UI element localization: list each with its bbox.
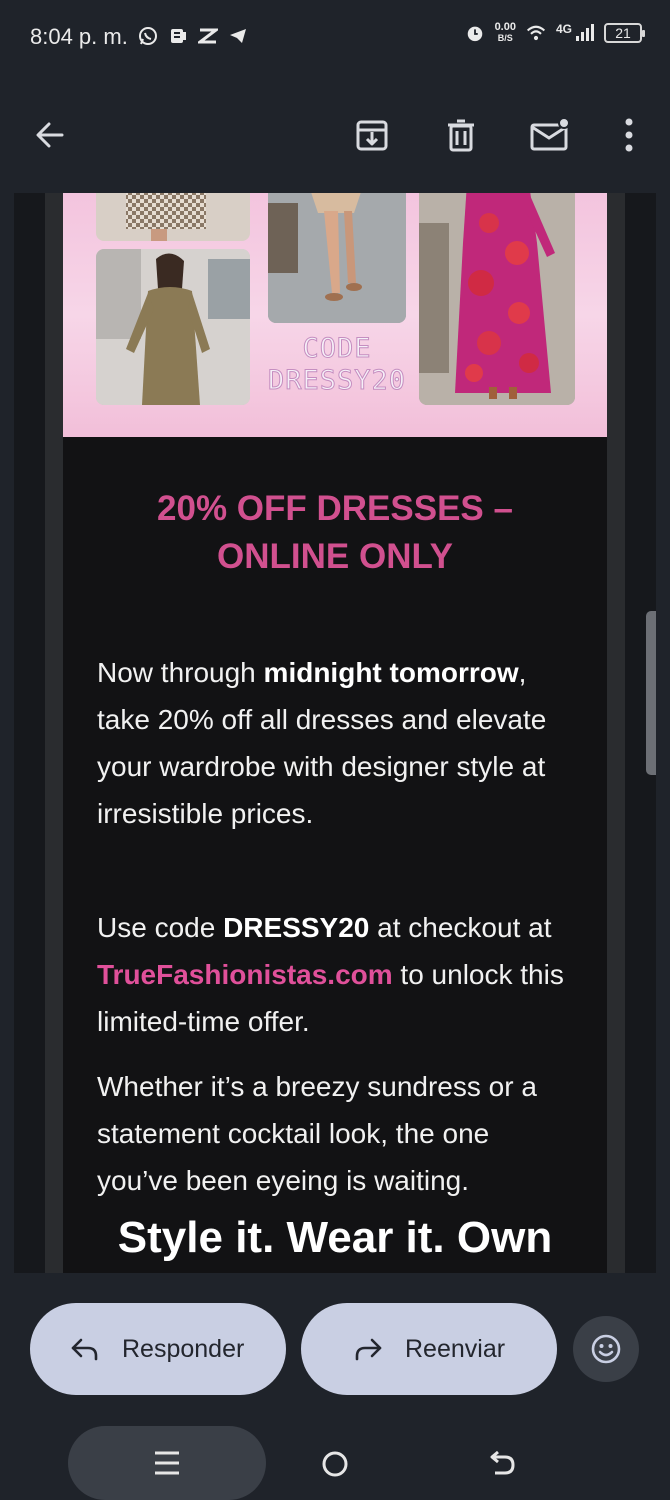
reply-icon	[70, 1336, 100, 1362]
email-content: CODE DRESSY20 20% OFF DRESSES – ONLINE O…	[63, 193, 607, 1273]
menu-icon	[155, 1451, 179, 1475]
paragraph-offer: Now through midnight tomorrow, take 20% …	[97, 649, 577, 837]
headline-line-2: ONLINE ONLY	[217, 537, 453, 576]
smiley-icon	[591, 1334, 621, 1364]
status-bar: 8:04 p. m. 0.00 B/S 4G 21	[0, 0, 670, 76]
network-speed: 0.00 B/S	[495, 22, 516, 44]
promo-headline: 20% OFF DRESSES – ONLINE ONLY	[63, 485, 607, 581]
para1-emphasis: midnight tomorrow	[263, 657, 519, 688]
sandals-photo	[268, 193, 406, 323]
delete-icon	[448, 119, 474, 152]
dress-photo-checkered	[96, 193, 250, 241]
dress-photo-olive	[96, 249, 250, 405]
back-arrow-icon	[36, 122, 64, 148]
battery-icon: 21	[604, 23, 645, 43]
emoji-reaction-button[interactable]	[573, 1316, 639, 1382]
mark-unread-button[interactable]	[518, 90, 582, 180]
status-time: 8:04 p. m.	[30, 24, 128, 49]
scrollbar-thumb[interactable]	[646, 611, 656, 775]
more-options-icon	[625, 118, 633, 152]
para2-text: Use code	[97, 912, 224, 943]
archive-button[interactable]	[340, 90, 404, 180]
home-circle-icon	[322, 1451, 348, 1477]
code-value: DRESSY20	[267, 365, 407, 397]
app-bar	[0, 90, 670, 180]
dress-photo-floral	[419, 193, 575, 405]
network-type: 4G	[555, 22, 572, 36]
alarm-icon	[465, 23, 485, 43]
delete-button[interactable]	[429, 90, 493, 180]
forward-icon	[353, 1336, 383, 1362]
app-notification-icon	[168, 26, 188, 46]
telegram-icon	[228, 26, 248, 46]
back-button[interactable]	[18, 90, 82, 180]
para2-code: DRESSY20	[223, 912, 370, 943]
archive-icon	[356, 120, 388, 151]
headline-line-1: 20% OFF DRESSES –	[157, 489, 513, 528]
battery-level: 21	[615, 25, 631, 41]
tagline-heading: Style it. Wear it. Own	[117, 1213, 553, 1262]
reply-label: Responder	[122, 1334, 245, 1363]
store-link[interactable]: TrueFashionistas.com	[97, 959, 393, 990]
paragraph-code: Use code DRESSY20 at checkout at TrueFas…	[97, 904, 577, 1045]
mark-unread-icon	[530, 117, 570, 151]
wifi-icon	[526, 23, 546, 43]
signal-icon	[574, 23, 594, 43]
back-nav-button[interactable]	[472, 1434, 532, 1494]
recent-apps-button[interactable]	[68, 1426, 266, 1500]
more-options-button[interactable]	[597, 90, 661, 180]
forward-button[interactable]: Reenviar	[301, 1303, 557, 1395]
para3-text: Whether it’s a breezy sundress or a stat…	[97, 1071, 537, 1196]
network-speed-value: 0.00	[494, 21, 516, 33]
system-icons: 0.00 B/S 4G 21	[465, 22, 645, 44]
back-nav-icon	[490, 1450, 515, 1475]
notification-icons	[138, 26, 248, 46]
email-container: CODE DRESSY20 20% OFF DRESSES – ONLINE O…	[45, 193, 625, 1273]
home-button[interactable]	[305, 1434, 365, 1494]
promo-banner[interactable]: CODE DRESSY20	[63, 193, 607, 437]
email-body-viewport[interactable]: CODE DRESSY20 20% OFF DRESSES – ONLINE O…	[14, 193, 656, 1273]
whatsapp-icon	[138, 26, 158, 46]
para1-text: Now through	[97, 657, 264, 688]
paragraph-closing: Whether it’s a breezy sundress or a stat…	[97, 1063, 577, 1204]
capcut-icon	[198, 26, 218, 46]
para2-text-mid: at checkout at	[369, 912, 552, 943]
code-label: CODE	[302, 333, 372, 365]
system-nav-bar	[0, 1420, 670, 1500]
reply-button[interactable]: Responder	[30, 1303, 286, 1395]
forward-label: Reenviar	[405, 1334, 506, 1363]
network-speed-unit: B/S	[497, 33, 513, 43]
promo-code-graphic: CODE DRESSY20	[267, 333, 407, 397]
